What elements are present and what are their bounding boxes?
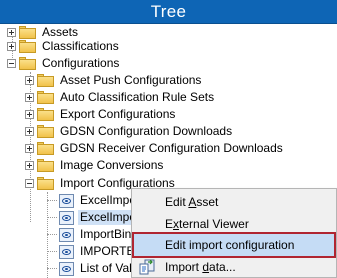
menu-label-part: Edit (165, 195, 189, 209)
tree-node-label: GDSN Configuration Downloads (60, 124, 233, 138)
folder-icon (19, 57, 36, 70)
collapse-icon[interactable] (25, 179, 34, 188)
tree-node-classifications[interactable]: Classifications (7, 38, 121, 55)
import-config-icon (59, 227, 74, 242)
folder-icon (37, 177, 54, 190)
tree-node-image-conversions[interactable]: Image Conversions (25, 157, 165, 174)
folder-icon (37, 108, 54, 121)
folder-icon (37, 159, 54, 172)
folder-icon (37, 74, 54, 87)
tree-node-import-binary[interactable]: ImportBina (56, 226, 140, 243)
window-title: Tree (150, 2, 187, 21)
collapse-icon[interactable] (7, 59, 16, 68)
import-config-icon (59, 261, 74, 276)
tree-node-label: GDSN Receiver Configuration Downloads (60, 141, 283, 155)
tree-node-export-configurations[interactable]: Export Configurations (25, 106, 177, 123)
import-data-icon (139, 259, 155, 275)
menu-item-label: Edit import configuration (165, 238, 294, 252)
menu-label-part: Import (165, 260, 203, 274)
tree-node-label: Export Configurations (60, 107, 176, 121)
expand-icon[interactable] (25, 127, 34, 136)
tree-node-label: ExcelImpo (80, 193, 137, 207)
tree-node-label: Image Conversions (60, 158, 164, 172)
expand-icon[interactable] (25, 110, 34, 119)
folder-icon (37, 125, 54, 138)
title-bar: Tree (0, 0, 337, 24)
tree-node-configurations[interactable]: Configurations (7, 55, 121, 72)
menu-item-edit-import-configuration[interactable]: Edit import configuration (132, 232, 336, 258)
tree-node-label: Classifications (42, 39, 119, 53)
folder-icon (19, 40, 36, 53)
menu-label-part: ata... (209, 260, 236, 274)
tree-node-asset-push-configurations[interactable]: Asset Push Configurations (25, 72, 203, 89)
tree-node-label: Configurations (42, 56, 120, 70)
tree-window: Tree Assets Classifications Configuratio… (0, 0, 337, 278)
folder-icon (37, 91, 54, 104)
context-menu: Edit Asset External Viewer Edit import c… (131, 188, 337, 278)
import-config-icon (59, 193, 74, 208)
import-config-icon (59, 244, 74, 259)
expand-icon[interactable] (25, 93, 34, 102)
tree-node-excel-import-2[interactable]: ExcelImpo (56, 209, 139, 226)
tree-node-gdsn-configuration-downloads[interactable]: GDSN Configuration Downloads (25, 123, 234, 140)
tree-node-label: Asset Push Configurations (60, 73, 202, 87)
import-config-icon (59, 210, 74, 225)
menu-item-label: Import data... (165, 260, 236, 274)
tree-node-excel-import-1[interactable]: ExcelImpo (56, 192, 138, 209)
menu-item-external-viewer[interactable]: External Viewer (134, 213, 334, 235)
tree-guide-line (47, 192, 48, 278)
menu-label-part: ternal Viewer (179, 217, 249, 231)
tree-node-label: Auto Classification Rule Sets (60, 90, 215, 104)
menu-item-label: External Viewer (165, 217, 249, 231)
expand-icon[interactable] (25, 76, 34, 85)
expand-icon[interactable] (7, 42, 16, 51)
menu-label-part: E (165, 217, 174, 231)
menu-label-part: sset (196, 195, 219, 209)
expand-icon[interactable] (7, 28, 16, 37)
tree-node-auto-classification-rule-sets[interactable]: Auto Classification Rule Sets (25, 89, 216, 106)
expand-icon[interactable] (25, 161, 34, 170)
menu-item-label: Edit Asset (165, 195, 218, 209)
menu-item-import-data[interactable]: Import data... (134, 256, 334, 278)
tree-node-list-of-values[interactable]: List of Valu (56, 260, 140, 277)
expand-icon[interactable] (25, 144, 34, 153)
tree-node-label: ExcelImpo (78, 210, 139, 225)
tree-node-gdsn-receiver-configuration-downloads[interactable]: GDSN Receiver Configuration Downloads (25, 140, 285, 157)
folder-icon (37, 142, 54, 155)
menu-item-edit-asset[interactable]: Edit Asset (134, 191, 334, 213)
menu-label-part: Edit import configuration (165, 238, 295, 252)
